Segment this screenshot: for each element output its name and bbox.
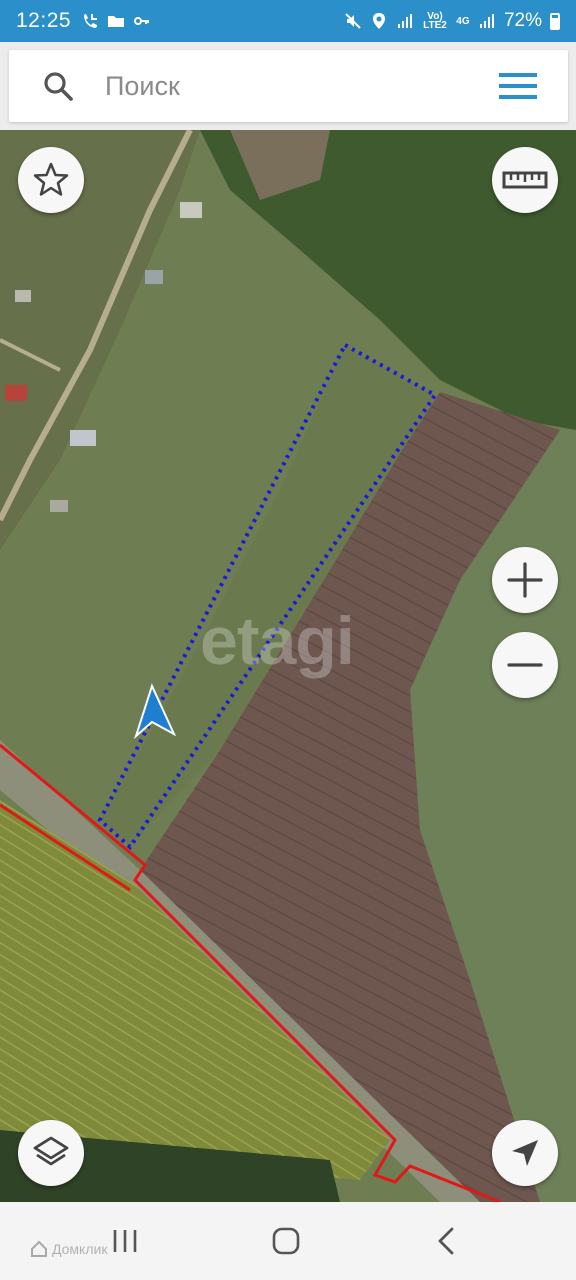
- status-left-icons: [81, 12, 151, 30]
- key-icon: [134, 17, 150, 25]
- search-icon[interactable]: [42, 70, 74, 102]
- search-box[interactable]: [9, 50, 568, 122]
- signal-icon: [479, 14, 494, 28]
- minus-icon: [507, 663, 543, 667]
- ruler-icon: [502, 171, 548, 189]
- location-icon: [372, 13, 385, 29]
- favorite-button[interactable]: [18, 147, 84, 213]
- site-watermark-text: Домклик: [52, 1241, 108, 1257]
- locate-button[interactable]: [492, 1120, 558, 1186]
- home-icon[interactable]: [271, 1226, 301, 1256]
- recent-apps-icon[interactable]: [110, 1226, 140, 1256]
- menu-icon[interactable]: [499, 71, 539, 101]
- system-nav-bar: Домклик: [0, 1202, 576, 1280]
- map-watermark: etagi: [200, 603, 355, 679]
- search-header: [0, 42, 576, 130]
- zoom-in-button[interactable]: [492, 547, 558, 613]
- battery-percent: 72%: [503, 10, 542, 31]
- layers-button[interactable]: [18, 1120, 84, 1186]
- network-label: Vo) LTE2: [423, 11, 447, 31]
- network-type-label: 4G: [456, 15, 470, 27]
- layers-icon: [33, 1136, 69, 1166]
- back-icon[interactable]: [432, 1226, 462, 1256]
- zoom-out-button[interactable]: [492, 632, 558, 698]
- folder-icon: [108, 16, 125, 27]
- mute-icon: [345, 13, 361, 29]
- house-roof: [5, 385, 27, 401]
- plus-icon: [507, 562, 543, 598]
- signal-icon: [397, 14, 412, 28]
- missed-call-icon: [84, 14, 98, 28]
- status-bar: 12:25 Vo) LTE2 4G 72%: [0, 0, 576, 42]
- search-input[interactable]: [105, 64, 485, 108]
- status-right: Vo) LTE2 4G 72%: [344, 10, 560, 32]
- house-logo-icon: [31, 1240, 47, 1257]
- ruler-button[interactable]: [492, 147, 558, 213]
- navigation-arrow-icon: [512, 1140, 538, 1166]
- satellite-map[interactable]: etagi: [0, 130, 576, 1202]
- battery-icon: [550, 12, 560, 30]
- status-time: 12:25: [16, 9, 72, 32]
- star-icon: [33, 162, 69, 196]
- site-watermark: Домклик: [30, 1240, 107, 1258]
